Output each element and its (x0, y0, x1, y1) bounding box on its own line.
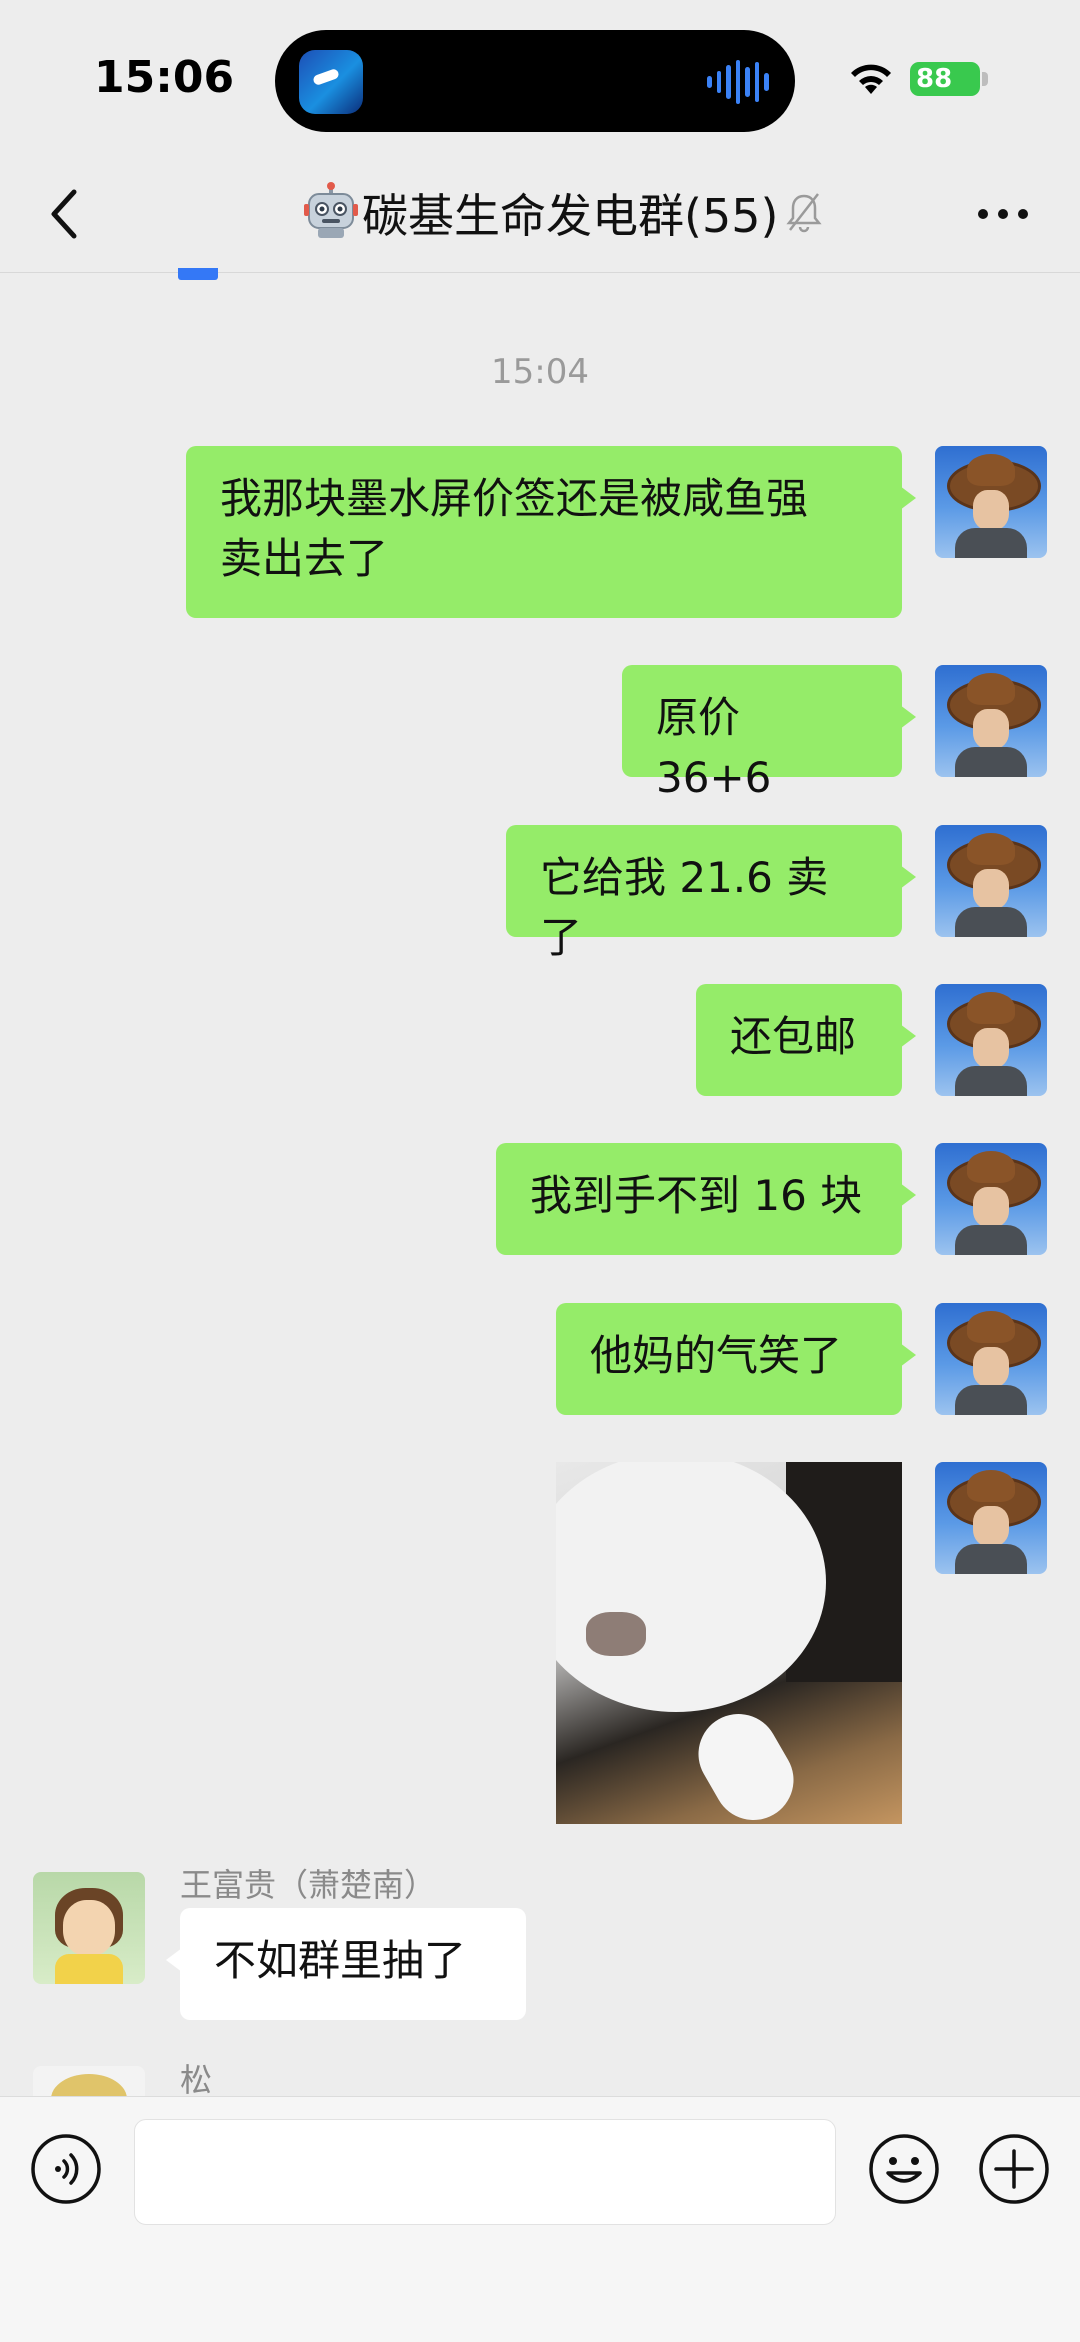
bell-muted-icon (786, 193, 822, 233)
message-line: 我那块墨水屏价签还是被咸鱼强 (220, 474, 809, 523)
plus-icon[interactable] (978, 2133, 1050, 2205)
wifi-icon (851, 64, 891, 94)
cat-sticker-image[interactable] (556, 1462, 902, 1824)
audio-wave-icon (707, 60, 770, 104)
status-bar: 15:06 88 (0, 0, 1080, 160)
my-avatar[interactable] (935, 1303, 1047, 1415)
chat-header: 碳基生命发电群(55) (0, 160, 1080, 273)
robot-icon (304, 182, 358, 238)
message-text: 它给我 21.6 卖了 (540, 853, 829, 962)
my-avatar[interactable] (935, 446, 1047, 558)
message-bubble[interactable]: 不如群里抽了 (166, 1908, 526, 2020)
battery-indicator: 88 (910, 62, 980, 96)
message-bubble[interactable]: 它给我 21.6 卖了 (506, 825, 916, 962)
message-bubble[interactable]: 我到手不到 16 块 (496, 1143, 916, 1255)
ellipsis-icon[interactable] (976, 204, 1030, 224)
voice-icon[interactable] (30, 2133, 102, 2205)
sender-avatar[interactable] (33, 2066, 145, 2096)
dynamic-island[interactable] (275, 30, 795, 132)
chat-title[interactable]: 碳基生命发电群(55) (362, 180, 778, 246)
message-bubble[interactable]: 原价 36+6 (622, 665, 916, 802)
my-avatar[interactable] (935, 1143, 1047, 1255)
my-avatar[interactable] (935, 825, 1047, 937)
message-text: 他妈的气笑了 (590, 1331, 843, 1380)
sender-name: 王富贵（萧楚南） (180, 1866, 437, 1904)
input-bar (0, 2096, 1080, 2342)
sender-avatar[interactable] (33, 1872, 145, 1984)
battery-tip (982, 72, 988, 86)
message-bubble[interactable]: 还包邮 (696, 984, 916, 1096)
my-avatar[interactable] (935, 984, 1047, 1096)
message-text: 我到手不到 16 块 (530, 1171, 863, 1220)
message-bubble[interactable]: 我那块墨水屏价签还是被咸鱼强 卖出去了 (186, 446, 916, 618)
chevron-left-icon[interactable] (44, 184, 84, 244)
message-input[interactable] (134, 2119, 836, 2225)
my-avatar[interactable] (935, 665, 1047, 777)
message-text: 原价 36+6 (656, 693, 772, 802)
emoji-icon[interactable] (868, 2133, 940, 2205)
message-text: 还包邮 (730, 1012, 857, 1061)
status-time: 15:06 (94, 52, 235, 103)
message-bubble[interactable]: 他妈的气笑了 (556, 1303, 916, 1415)
app-icon (299, 50, 363, 114)
previous-message-fragment (178, 268, 218, 280)
message-timestamp: 15:04 (491, 352, 589, 392)
message-line: 卖出去了 (220, 534, 389, 583)
sender-name: 松 (180, 2061, 213, 2099)
message-text: 不如群里抽了 (214, 1936, 467, 1985)
my-avatar[interactable] (935, 1462, 1047, 1574)
